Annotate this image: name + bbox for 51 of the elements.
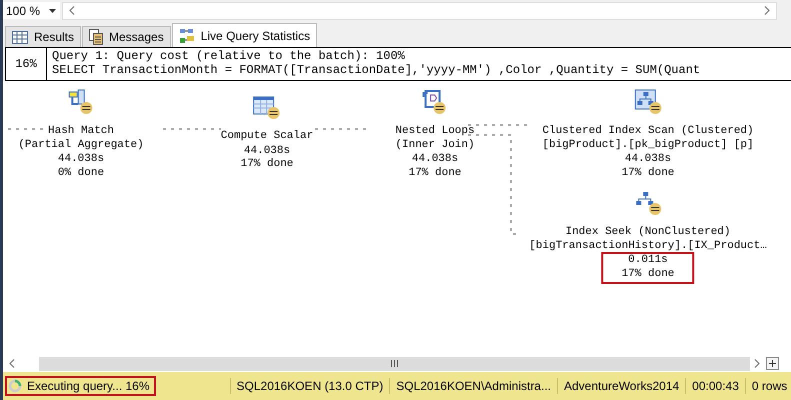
index-tree-icon[interactable]: [634, 190, 662, 216]
progress-text: 17% done: [408, 166, 462, 180]
elapsed-time: 44.038s: [624, 153, 672, 166]
scroll-right-icon[interactable]: [764, 6, 770, 15]
operator-name: Hash Match: [48, 125, 114, 138]
loop-icon[interactable]: [422, 89, 448, 115]
elapsed-time: 44.038s: [58, 153, 104, 166]
hash-match-icon[interactable]: [68, 89, 94, 115]
operator-name: Index Seek (NonClustered): [565, 226, 730, 240]
status-text: 0 rows: [752, 379, 788, 393]
connector-line: [8, 128, 45, 130]
operator-name: Clustered Index Scan (Clustered): [542, 125, 754, 138]
progress-text: 17% done: [622, 268, 674, 281]
elapsed-time: 44.038s: [244, 144, 290, 158]
elapsed-time: 44.038s: [412, 153, 458, 166]
results-tab[interactable]: Live Query Statistics: [172, 23, 318, 47]
query-sql: SELECT TransactionMonth = FORMAT([TransactionDate],'yyyy-MM') ,Color ,Quantity = SUM(Quant: [52, 63, 702, 77]
status-text: SQL2016KOEN (13.0 CTP): [236, 379, 384, 393]
query-title: Query 1: Query cost (relative to the batch): 100%: [52, 49, 406, 63]
zoom-in-button[interactable]: [766, 357, 779, 370]
progress-text: 0% done: [58, 166, 104, 180]
scroll-left-icon[interactable]: [69, 6, 75, 15]
spinner-icon: [8, 379, 22, 393]
grip-icon: [391, 360, 398, 367]
status-text: Executing query... 16%: [27, 379, 150, 393]
operator-detail: (Inner Join): [395, 138, 475, 152]
operator-detail: [bigTransactionHistory].[IX_Product…: [529, 240, 767, 253]
progress-text: 17% done: [622, 166, 674, 180]
table-icon[interactable]: [253, 96, 281, 120]
caret-icon: [49, 8, 56, 12]
operator-detail: (Partial Aggregate): [18, 138, 144, 152]
results-tab[interactable]: Results: [5, 26, 82, 47]
grid-icon: [12, 30, 28, 44]
index-tree-icon[interactable]: [634, 89, 662, 115]
plan-icon: [178, 28, 195, 44]
results-tab[interactable]: Messages: [82, 26, 171, 47]
operator-name: Nested Loops: [395, 125, 475, 138]
scroll-left-icon[interactable]: [9, 359, 15, 368]
status-text: SQL2016KOEN\Administra...: [396, 379, 551, 393]
status-text: 00:00:43: [692, 379, 739, 393]
plus-icon: [769, 360, 776, 367]
zoom-dropdown[interactable]: 100 %: [3, 2, 60, 19]
query-cost-percent: 16%: [6, 48, 47, 80]
elapsed-time: 0.011s: [628, 254, 668, 268]
connector-line: [163, 128, 221, 130]
operator-detail: [bigProduct].[pk_bigProduct] [p]: [542, 138, 754, 152]
scroll-right-icon[interactable]: [754, 359, 760, 368]
progress-text: 17% done: [240, 158, 294, 172]
operator-name: Compute Scalar: [220, 130, 314, 144]
status-text: AdventureWorks2014: [564, 379, 680, 393]
document-icon: [89, 29, 104, 45]
